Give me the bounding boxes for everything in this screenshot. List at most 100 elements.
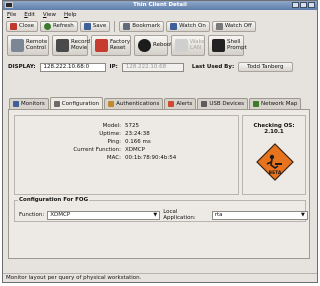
wrench-icon — [53, 100, 60, 107]
wake-lan-label: Wake LAN — [190, 39, 205, 51]
model-value: 5725 — [125, 123, 139, 129]
menu-help[interactable]: Help — [64, 12, 77, 18]
refresh-icon — [43, 22, 51, 30]
model-label: Model: — [102, 123, 121, 129]
close-button[interactable]: Close — [6, 20, 38, 32]
factory-reset-label: Factory Reset — [110, 39, 131, 51]
tab-network-map-label: Network Map — [261, 101, 298, 107]
config-box: Configuration For FOG Function: XDMCP ▼ … — [14, 197, 308, 222]
ping-row: Ping: 0.166 ms — [15, 139, 235, 145]
record-movie-label: Record Movie — [71, 39, 91, 51]
usb-icon — [201, 101, 208, 107]
title-bar[interactable]: Thin Client Detail — [3, 1, 317, 10]
bookmark-button[interactable]: Bookmark — [119, 20, 165, 32]
menu-view[interactable]: View — [43, 12, 56, 18]
bookmark-icon — [123, 22, 131, 30]
tab-usb-devices-label: USB Devices — [209, 101, 245, 107]
tab-alerts-label: Alerts — [176, 101, 193, 107]
movie-camera-icon — [56, 38, 69, 52]
tab-configuration[interactable]: Configuration — [49, 97, 104, 109]
save-icon — [83, 22, 91, 30]
current-function-value: XDMCP — [125, 147, 145, 153]
current-function-label: Current Function: — [73, 147, 121, 153]
ip-label: IP: — [109, 64, 118, 70]
ping-label: Ping: — [107, 139, 121, 145]
watch-on-button[interactable]: Watch On — [166, 20, 210, 32]
checking-os-label: Checking OS: 2.10.1 — [253, 123, 295, 135]
close-icon — [10, 22, 17, 30]
wake-lan-button[interactable]: Wake LAN — [171, 34, 205, 56]
refresh-button[interactable]: Refresh — [39, 20, 78, 32]
uptime-value: 23:24:38 — [125, 131, 150, 137]
function-select[interactable]: XDMCP ▼ — [47, 210, 161, 220]
eye-off-icon — [215, 22, 223, 30]
factory-reset-icon — [95, 38, 108, 52]
configuration-panel: Model: 5725 Uptime: 23:24:38 Ping: 0.166… — [8, 109, 310, 259]
display-field[interactable]: 128.222.10.68:0 — [39, 62, 106, 72]
menu-file[interactable]: File — [7, 12, 16, 18]
window-title: Thin Client Detail — [133, 2, 187, 8]
bookmark-button-label: Bookmark — [132, 23, 161, 29]
record-movie-button[interactable]: Record Movie — [52, 34, 91, 56]
remote-control-button[interactable]: Remote Control — [7, 34, 49, 56]
thin-client-window: Thin Client Detail File Edit View Help C… — [2, 0, 318, 283]
close-window-icon[interactable] — [308, 2, 315, 8]
shell-prompt-label: Shell Prompt — [227, 39, 247, 51]
status-bar: Monitor layout per query of physical wor… — [3, 273, 317, 282]
tab-usb-devices[interactable]: USB Devices — [197, 98, 249, 109]
config-row: Function: XDMCP ▼ Local Application: rta… — [19, 209, 308, 221]
window-controls — [292, 2, 315, 8]
model-row: Model: 5725 — [15, 123, 235, 129]
save-button-label: Save — [92, 23, 107, 29]
tab-authentications-label: Authentications — [116, 101, 160, 107]
chevron-down-icon: ▼ — [153, 212, 158, 218]
refresh-button-label: Refresh — [52, 23, 74, 29]
close-button-label: Close — [19, 23, 34, 29]
config-title: Configuration For FOG — [18, 197, 90, 203]
minimize-icon[interactable] — [292, 2, 299, 8]
power-icon — [138, 38, 151, 52]
eye-icon — [170, 22, 178, 30]
current-function-row: Current Function: XDMCP — [15, 147, 235, 153]
menu-edit[interactable]: Edit — [24, 12, 35, 18]
tab-network-map[interactable]: Network Map — [249, 98, 302, 109]
mac-value: 00:1b:78:90:4b:54 — [125, 155, 177, 161]
tab-monitors[interactable]: Monitors — [9, 98, 49, 109]
remote-control-icon — [11, 38, 24, 52]
terminal-icon — [212, 38, 225, 52]
os-check-box: Checking OS: 2.10.1 BETA — [242, 115, 306, 195]
function-label: Function: — [19, 212, 45, 218]
tab-bar: Monitors Configuration Authentications A… — [9, 97, 302, 109]
function-select-value: XDMCP — [50, 212, 71, 218]
details-box: Model: 5725 Uptime: 23:24:38 Ping: 0.166… — [14, 115, 239, 195]
tab-monitors-label: Monitors — [21, 101, 45, 107]
local-application-select[interactable]: rta ▼ — [211, 210, 308, 220]
tab-authentications[interactable]: Authentications — [104, 98, 164, 109]
monitor-icon — [13, 101, 19, 107]
menu-bar: File Edit View Help — [3, 10, 317, 19]
beta-sign-text: BETA — [269, 170, 282, 176]
tab-alerts[interactable]: Alerts — [164, 98, 197, 109]
last-used-label: Last Used By: — [191, 64, 235, 70]
save-button[interactable]: Save — [79, 20, 111, 32]
local-application-value: rta — [214, 212, 223, 218]
action-toolbar: Remote Control Record Movie Factory Rese… — [3, 33, 317, 57]
network-icon — [253, 101, 260, 107]
ip-field[interactable]: 128.222.10.68 — [121, 62, 184, 72]
remote-control-label: Remote Control — [26, 39, 48, 51]
maximize-icon[interactable] — [300, 2, 307, 8]
mac-label: MAC: — [106, 155, 121, 161]
wake-lan-icon — [175, 38, 188, 52]
reboot-button[interactable]: Reboot — [134, 34, 172, 56]
watch-on-button-label: Watch On — [179, 23, 206, 29]
watch-off-button[interactable]: Watch Off — [211, 20, 256, 32]
toolbar-separator — [114, 20, 116, 32]
last-used-button[interactable]: Todd Tanberg — [238, 62, 293, 72]
mac-row: MAC: 00:1b:78:90:4b:54 — [15, 155, 235, 161]
watch-off-button-label: Watch Off — [224, 23, 252, 29]
beta-sign-icon: BETA — [256, 143, 294, 181]
key-icon — [108, 101, 115, 107]
shell-prompt-button[interactable]: Shell Prompt — [208, 34, 247, 56]
local-application-label: Local Application: — [163, 209, 196, 221]
factory-reset-button[interactable]: Factory Reset — [91, 34, 131, 56]
